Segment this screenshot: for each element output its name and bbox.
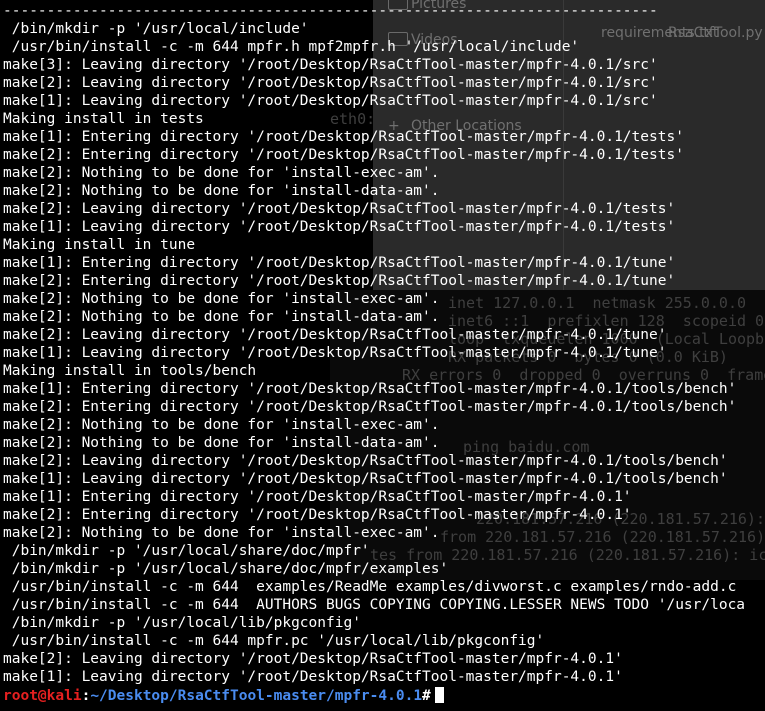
output-line: make[2]: Entering directory '/root/Deskt… [3, 507, 632, 523]
output-line: make[2]: Entering directory '/root/Deskt… [3, 399, 737, 415]
prompt-user-host: root@kali [3, 688, 82, 704]
output-line: ----------------------------------------… [3, 3, 658, 19]
output-line: make[1]: Leaving directory '/root/Deskto… [3, 93, 658, 109]
output-line: make[2]: Entering directory '/root/Deskt… [3, 273, 676, 289]
output-line: make[1]: Leaving directory '/root/Deskto… [3, 669, 623, 685]
output-line: /usr/bin/install -c -m 644 AUTHORS BUGS … [3, 597, 746, 613]
output-line: make[2]: Nothing to be done for 'install… [3, 309, 440, 325]
output-line: /bin/mkdir -p '/usr/local/share/doc/mpfr… [3, 561, 449, 577]
output-line: make[1]: Leaving directory '/root/Deskto… [3, 471, 728, 487]
output-line: make[1]: Entering directory '/root/Deskt… [3, 255, 676, 271]
prompt-symbol: # [422, 688, 431, 704]
output-line: /bin/mkdir -p '/usr/local/lib/pkgconfig' [3, 615, 361, 631]
output-line: /usr/bin/install -c -m 644 mpfr.pc '/usr… [3, 633, 545, 649]
output-line: /bin/mkdir -p '/usr/local/include' [3, 21, 309, 37]
output-line: /usr/bin/install -c -m 644 examples/Read… [3, 579, 737, 595]
output-line: make[2]: Leaving directory '/root/Deskto… [3, 201, 676, 217]
output-line: make[2]: Nothing to be done for 'install… [3, 435, 440, 451]
text-cursor[interactable] [434, 687, 444, 703]
output-line: make[2]: Nothing to be done for 'install… [3, 417, 440, 433]
output-line: make[1]: Entering directory '/root/Deskt… [3, 489, 632, 505]
output-line: make[2]: Leaving directory '/root/Deskto… [3, 75, 658, 91]
output-line: make[2]: Leaving directory '/root/Deskto… [3, 651, 623, 667]
terminal-output[interactable]: ----------------------------------------… [3, 2, 765, 706]
output-line: make[2]: Entering directory '/root/Deskt… [3, 147, 684, 163]
output-line: Making install in tools/bench [3, 363, 257, 379]
prompt-path: ~/Desktop/RsaCtfTool-master/mpfr-4.0.1 [90, 688, 423, 704]
output-line: make[2]: Nothing to be done for 'install… [3, 165, 440, 181]
output-line: make[2]: Nothing to be done for 'install… [3, 183, 440, 199]
output-line: make[2]: Leaving directory '/root/Deskto… [3, 453, 728, 469]
output-line: make[1]: Leaving directory '/root/Deskto… [3, 345, 667, 361]
terminal-window[interactable]: Pictures Videos + Other Locations requir… [0, 0, 765, 711]
prompt-separator: : [81, 688, 91, 704]
output-line: Making install in tests [3, 111, 204, 127]
output-line: make[1]: Entering directory '/root/Deskt… [3, 129, 684, 145]
output-line: make[2]: Leaving directory '/root/Deskto… [3, 327, 667, 343]
output-line: /usr/bin/install -c -m 644 mpfr.h mpf2mp… [3, 39, 580, 55]
output-line: make[1]: Leaving directory '/root/Deskto… [3, 219, 676, 235]
shell-prompt[interactable]: root@kali:~/Desktop/RsaCtfTool-master/mp… [3, 686, 765, 706]
output-line: make[3]: Leaving directory '/root/Deskto… [3, 57, 658, 73]
output-line: /bin/mkdir -p '/usr/local/share/doc/mpfr… [3, 543, 370, 559]
output-line: Making install in tune [3, 237, 196, 253]
output-line: make[1]: Entering directory '/root/Deskt… [3, 381, 737, 397]
output-line: make[2]: Nothing to be done for 'install… [3, 291, 440, 307]
output-line: make[2]: Nothing to be done for 'install… [3, 525, 440, 541]
